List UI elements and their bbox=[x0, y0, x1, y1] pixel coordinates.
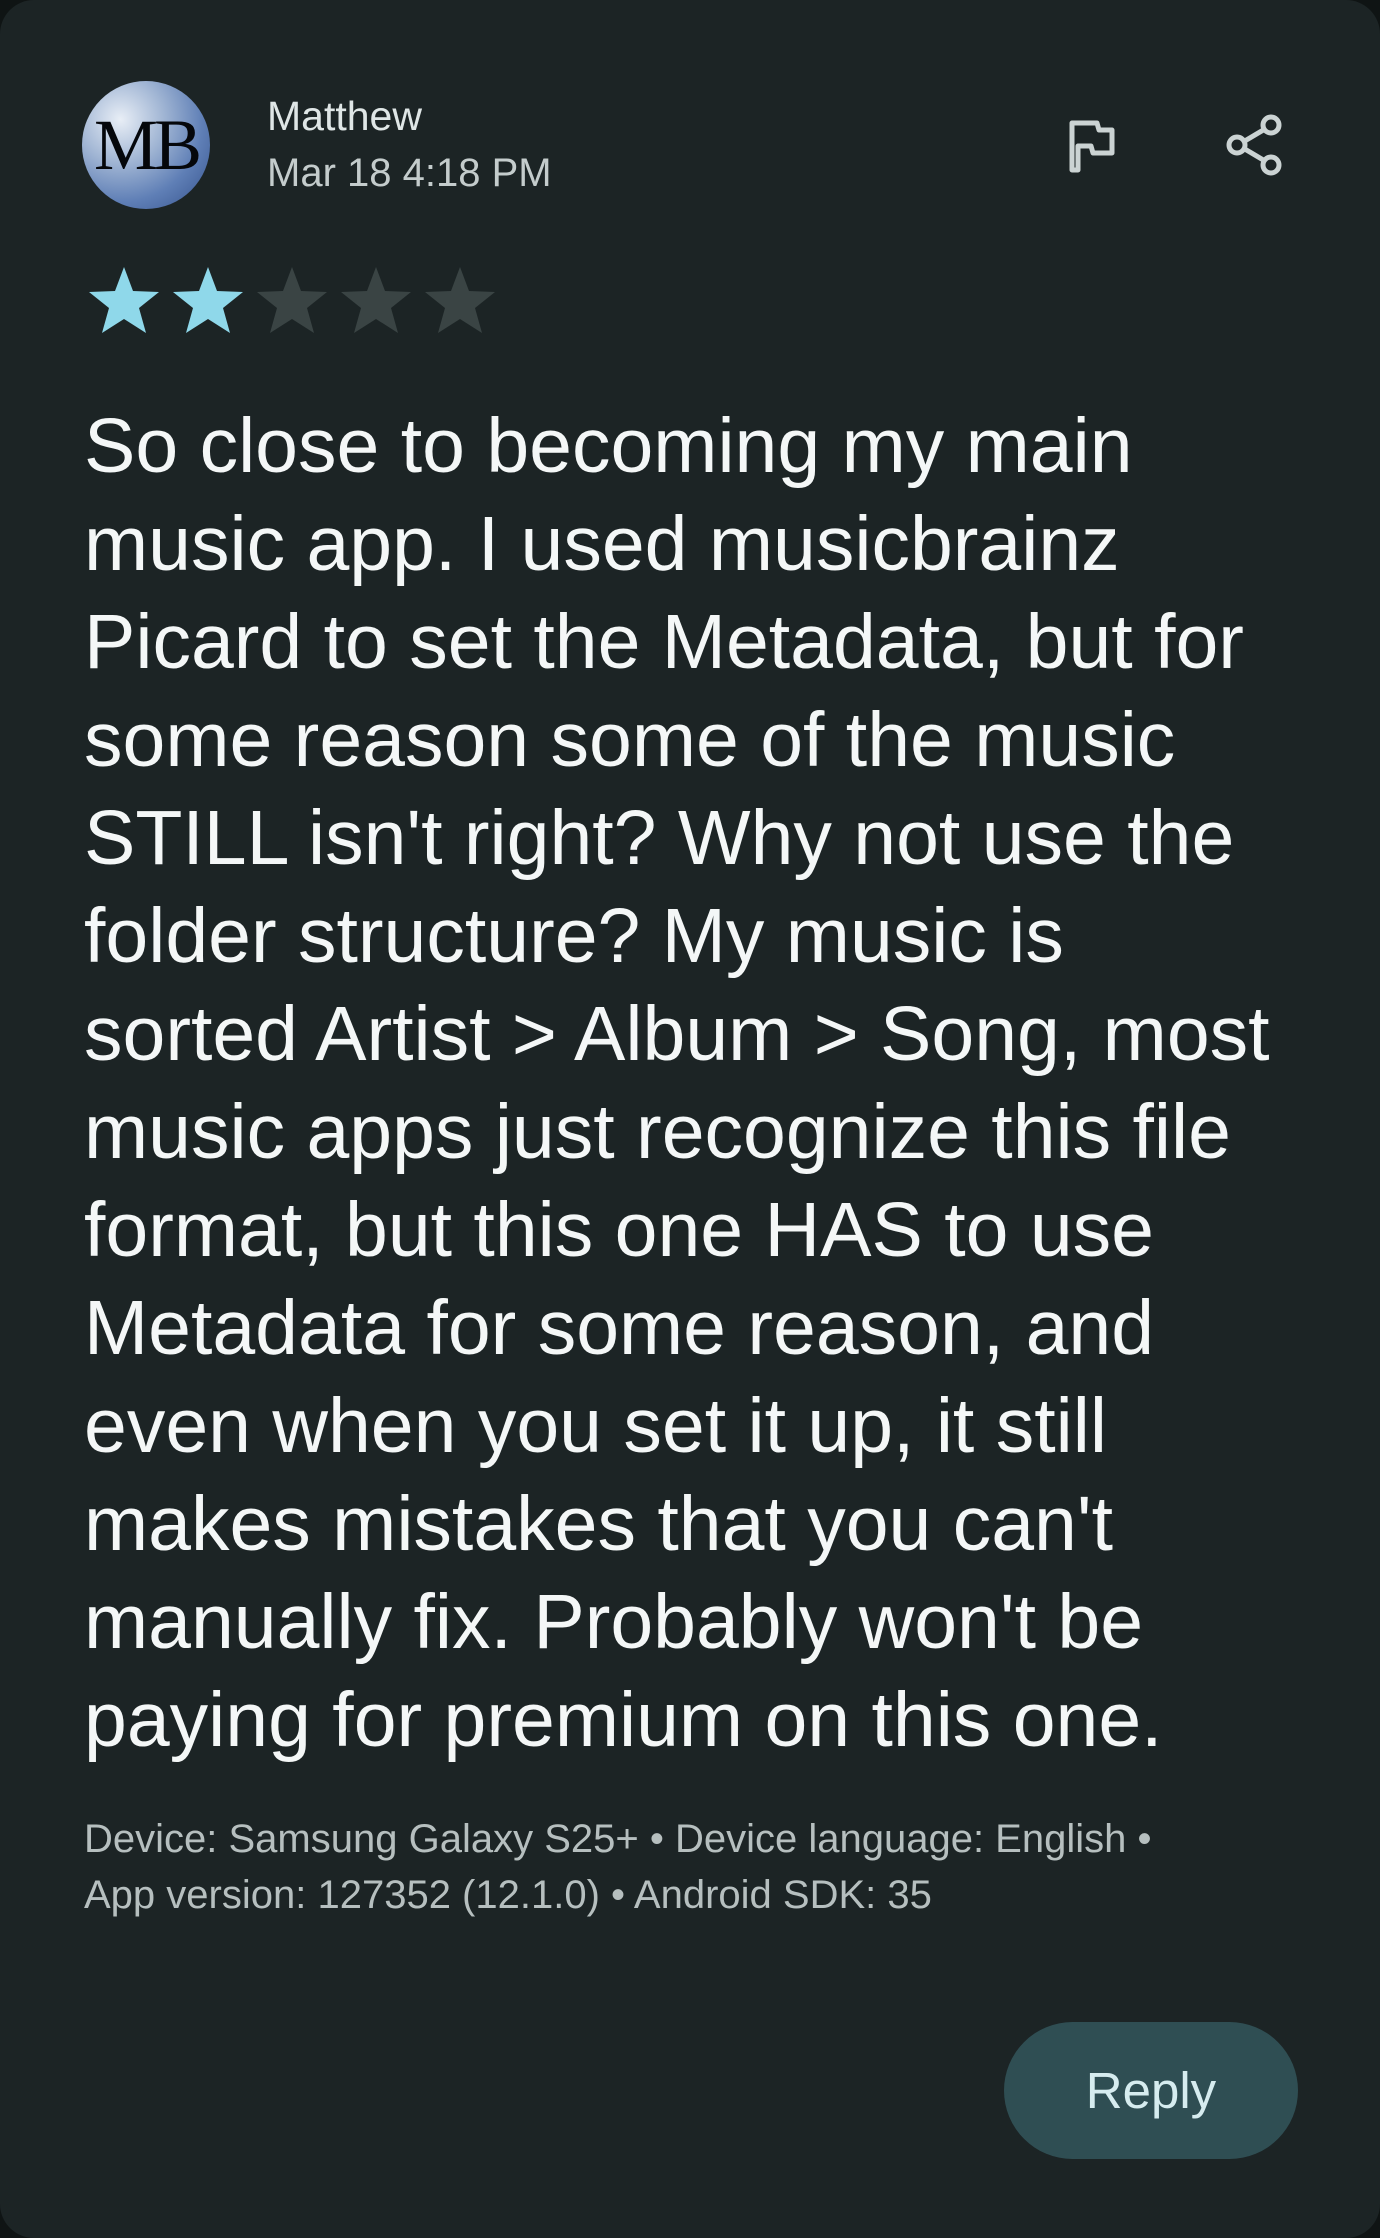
flag-button[interactable] bbox=[1042, 97, 1138, 193]
star-icon bbox=[341, 267, 411, 333]
reply-button[interactable]: Reply bbox=[1004, 2022, 1298, 2159]
review-date: Mar 18 4:18 PM bbox=[267, 151, 552, 195]
flag-icon bbox=[1069, 120, 1115, 173]
device-info: Device: Samsung Galaxy S25+ • Device lan… bbox=[84, 1817, 1152, 1917]
avatar[interactable]: MB bbox=[82, 81, 210, 209]
star-icon bbox=[173, 267, 243, 333]
share-button[interactable] bbox=[1206, 97, 1302, 193]
review-card: MB Matthew Mar 18 4:18 PM So close to be… bbox=[0, 0, 1380, 2238]
share-icon bbox=[1226, 114, 1282, 176]
star-icon bbox=[425, 267, 495, 333]
star-rating bbox=[84, 262, 500, 338]
author-name: Matthew bbox=[267, 93, 422, 139]
star-icon bbox=[89, 267, 159, 333]
review-text: So close to becoming my main music app. … bbox=[84, 403, 1270, 1763]
avatar-initials: MB bbox=[93, 105, 202, 185]
star-icon bbox=[257, 267, 327, 333]
